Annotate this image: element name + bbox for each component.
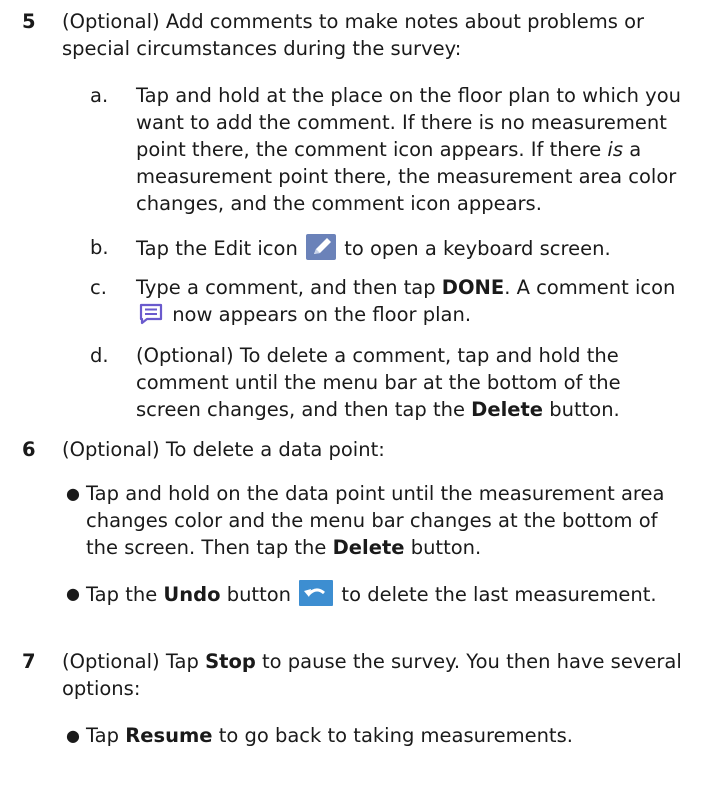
bullet-text: Tap and hold on the data point until the… [86, 482, 665, 559]
step-number: 6 [22, 438, 36, 461]
step-text: (Optional) Tap Stop to pause the survey.… [62, 650, 682, 700]
substep-text: Tap the Edit icon to open a keyboard scr… [136, 234, 688, 262]
undo-icon [299, 580, 334, 606]
substep-letter: b. [90, 236, 109, 259]
substep-letter: a. [90, 84, 109, 107]
edit-icon [306, 234, 336, 260]
substep-text: Tap and hold at the place on the floor p… [136, 84, 681, 215]
substep-text: (Optional) To delete a comment, tap and … [136, 344, 621, 421]
substep-text: Type a comment, and then tap DONE. A com… [136, 276, 676, 326]
bullet-dot: ● [66, 584, 80, 603]
comment-icon [138, 302, 164, 326]
step-number: 7 [22, 650, 36, 673]
step-number: 5 [22, 10, 36, 33]
substep-letter: c. [90, 276, 107, 299]
document-page: 5 (Optional) Add comments to make notes … [0, 0, 708, 786]
bullet-text: Tap the Undo button to delete the last m… [86, 580, 688, 608]
substep-letter: d. [90, 344, 109, 367]
bullet-dot: ● [66, 484, 80, 503]
bullet-dot: ● [66, 726, 80, 745]
step-text: (Optional) Add comments to make notes ab… [62, 10, 645, 60]
step-text: (Optional) To delete a data point: [62, 438, 385, 461]
bullet-text: Tap Resume to go back to taking measurem… [86, 724, 573, 747]
